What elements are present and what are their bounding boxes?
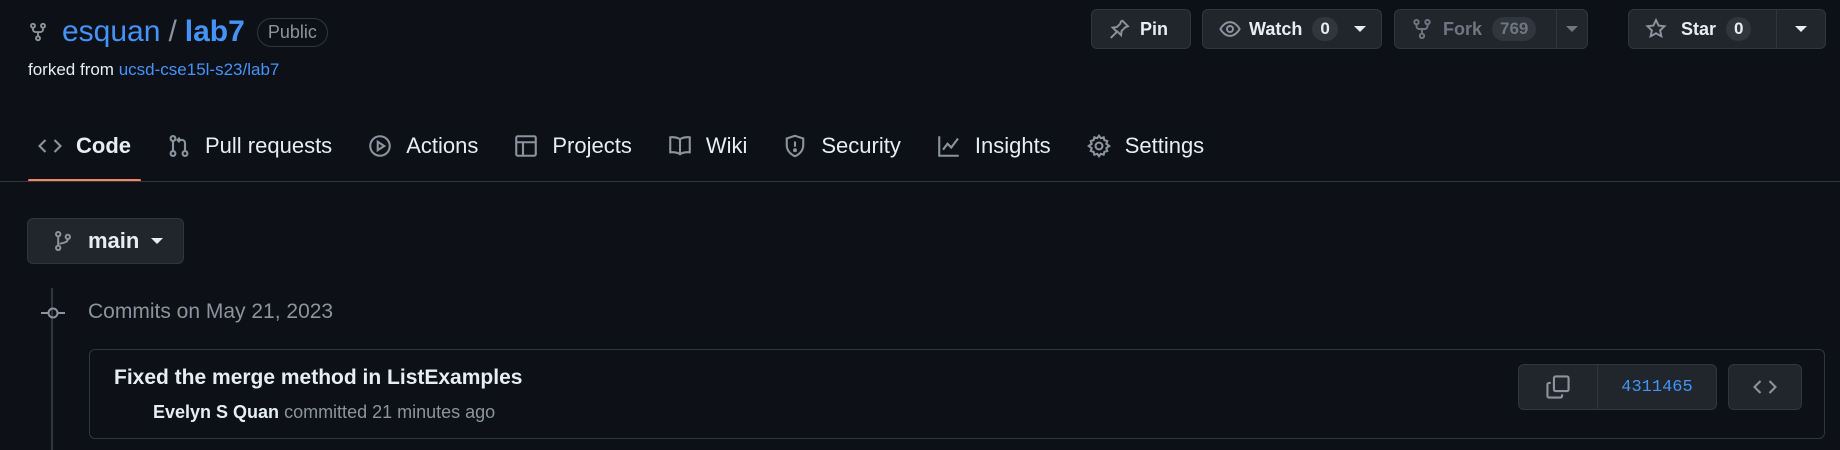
tab-label: Actions: [406, 133, 479, 158]
commit-sha-link[interactable]: 4311465: [1598, 365, 1716, 409]
commit-message[interactable]: Fixed the merge method in ListExamples: [114, 366, 522, 390]
play-icon: [368, 134, 392, 158]
table-icon: [514, 134, 538, 158]
watch-count: 0: [1312, 17, 1338, 41]
fork-icon: [28, 22, 48, 42]
code-icon: [38, 134, 62, 158]
fork-icon: [1411, 18, 1433, 40]
tab-label: Code: [76, 133, 131, 158]
eye-icon: [1219, 18, 1241, 40]
gear-icon: [1086, 134, 1111, 158]
copy-sha-button[interactable]: [1519, 365, 1598, 409]
repo-separator: /: [168, 15, 177, 48]
nav-divider: [0, 181, 1840, 182]
pull-request-icon: [167, 134, 191, 158]
tab-label: Security: [821, 133, 901, 158]
tab-wiki[interactable]: Wiki: [658, 118, 758, 174]
tab-label: Projects: [552, 133, 632, 158]
tab-label: Wiki: [705, 133, 748, 158]
commit-meta: Evelyn S Quan committed 21 minutes ago: [153, 402, 495, 423]
pin-button[interactable]: Pin: [1091, 9, 1191, 49]
chevron-down-icon: [1795, 26, 1808, 32]
code-icon: [1753, 375, 1777, 399]
copy-icon: [1545, 374, 1571, 400]
tab-label: Insights: [974, 133, 1051, 158]
graph-icon: [937, 134, 961, 158]
browse-repo-button[interactable]: [1728, 364, 1802, 410]
chevron-down-icon: [1353, 26, 1366, 32]
tab-settings[interactable]: Settings: [1077, 118, 1215, 174]
chevron-down-icon: [151, 238, 164, 244]
commit-author[interactable]: Evelyn S Quan: [153, 402, 279, 422]
fork-button: Fork 769: [1395, 10, 1556, 48]
tab-security[interactable]: Security: [773, 118, 910, 174]
branch-name: main: [88, 228, 140, 253]
star-count: 0: [1726, 17, 1752, 41]
shield-icon: [783, 134, 807, 158]
commit-time: 21 minutes ago: [372, 402, 496, 422]
book-icon: [668, 134, 692, 158]
repo-name-link[interactable]: lab7: [185, 15, 245, 49]
fork-count: 769: [1492, 17, 1537, 41]
fork-dropdown: [1556, 10, 1587, 48]
visibility-badge: Public: [256, 17, 328, 47]
pin-label: Pin: [1140, 18, 1169, 39]
commit-card: Fixed the merge method in ListExamples E…: [89, 349, 1825, 439]
fork-button-group: Fork 769: [1394, 9, 1588, 49]
repo-header: esquan / lab7 Public: [28, 12, 328, 52]
star-dropdown[interactable]: [1776, 10, 1825, 48]
branch-selector[interactable]: main: [27, 218, 184, 264]
star-icon: [1645, 18, 1667, 40]
tab-pull-requests[interactable]: Pull requests: [157, 118, 342, 174]
star-button[interactable]: Star 0: [1629, 10, 1776, 48]
tab-projects[interactable]: Projects: [504, 118, 641, 174]
branch-icon: [52, 230, 74, 252]
repo-owner-link[interactable]: esquan: [62, 15, 160, 49]
commit-group-title: Commits on May 21, 2023: [88, 300, 334, 323]
star-label: Star: [1681, 18, 1717, 39]
pin-icon: [1108, 18, 1130, 40]
tab-insights[interactable]: Insights: [927, 118, 1061, 174]
forked-from-line: forked from ucsd-cse15l-s23/lab7: [28, 60, 279, 80]
star-button-group: Star 0: [1628, 9, 1826, 49]
tab-label: Pull requests: [205, 133, 333, 158]
sha-button-group: 4311465: [1518, 364, 1717, 410]
repo-nav: Code Pull requests Actions Projects Wiki…: [28, 118, 1230, 182]
commit-node-icon: [40, 300, 66, 326]
tab-actions[interactable]: Actions: [358, 118, 488, 174]
fork-label: Fork: [1443, 18, 1483, 39]
tab-label: Settings: [1124, 133, 1205, 158]
forked-from-label: forked from: [28, 60, 114, 79]
tab-code[interactable]: Code: [28, 118, 141, 182]
watch-label: Watch: [1249, 18, 1303, 39]
fork-source-link[interactable]: ucsd-cse15l-s23/lab7: [119, 60, 280, 79]
chevron-down-icon: [1566, 26, 1579, 32]
watch-button[interactable]: Watch 0: [1202, 9, 1382, 49]
commit-action: committed: [284, 402, 368, 422]
